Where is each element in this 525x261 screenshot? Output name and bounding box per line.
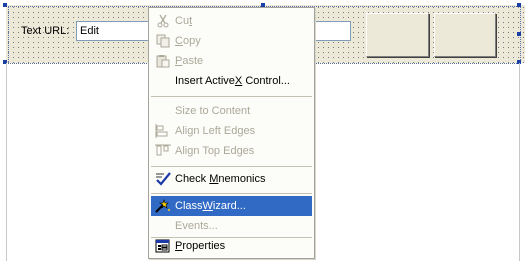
menu-item-copy[interactable]: Copy	[151, 31, 312, 51]
menu-item-label: Copy	[175, 35, 201, 47]
scissors-icon	[151, 12, 175, 30]
menu-item-label: Align Top Edges	[175, 145, 255, 157]
menu-item-check-mnemonics[interactable]: Check Mnemonics	[151, 169, 312, 189]
menu-separator	[151, 193, 312, 194]
properties-icon	[151, 237, 175, 255]
menu-item-label: ClassWizard...	[175, 200, 246, 212]
menu-item-paste[interactable]: Paste	[151, 51, 312, 71]
align-left-icon	[151, 122, 175, 140]
resize-handle[interactable]	[517, 3, 521, 7]
menu-separator	[151, 96, 312, 97]
menu-item-size-to-content[interactable]: Size to Content	[151, 101, 312, 121]
wizard-icon	[151, 197, 175, 215]
resize-handle[interactable]	[3, 3, 7, 7]
menu-item-events[interactable]: Events...	[151, 216, 312, 236]
menu-item-label: Align Left Edges	[175, 125, 256, 137]
menu-item-label: Cut	[175, 15, 193, 27]
align-top-icon	[151, 142, 175, 160]
editor-guide-line	[519, 63, 520, 261]
resize-handle[interactable]	[517, 32, 521, 36]
editor-guide-line	[6, 63, 7, 261]
menu-item-label: Size to Content	[175, 105, 251, 117]
menu-item-insert-activex-control[interactable]: Insert ActiveX Control...	[151, 71, 312, 91]
menu-item-classwizard[interactable]: ClassWizard...	[151, 196, 312, 216]
push-button-2[interactable]	[434, 13, 496, 57]
menu-separator	[151, 166, 312, 167]
menu-item-label: Insert ActiveX Control...	[175, 75, 290, 87]
menu-item-label: Check Mnemonics	[175, 173, 266, 185]
menu-item-label: Events...	[175, 220, 218, 232]
menu-item-cut[interactable]: Cut	[151, 11, 312, 31]
paste-icon	[151, 52, 175, 70]
push-button-1[interactable]	[366, 13, 429, 57]
edit-control-text: Edit	[80, 25, 99, 37]
menu-item-align-top-edges[interactable]: Align Top Edges	[151, 141, 312, 161]
context-menu: Cut Copy Paste Insert ActiveX Control...…	[148, 7, 315, 259]
menu-item-label: Properties	[175, 240, 226, 252]
menu-item-label: Paste	[175, 55, 204, 67]
menu-item-properties[interactable]: Properties	[151, 236, 312, 256]
menu-item-align-left-edges[interactable]: Align Left Edges	[151, 121, 312, 141]
check-mnemonics-icon	[151, 170, 175, 188]
text-url-label[interactable]: Text URL:	[21, 25, 69, 37]
copy-icon	[151, 32, 175, 50]
